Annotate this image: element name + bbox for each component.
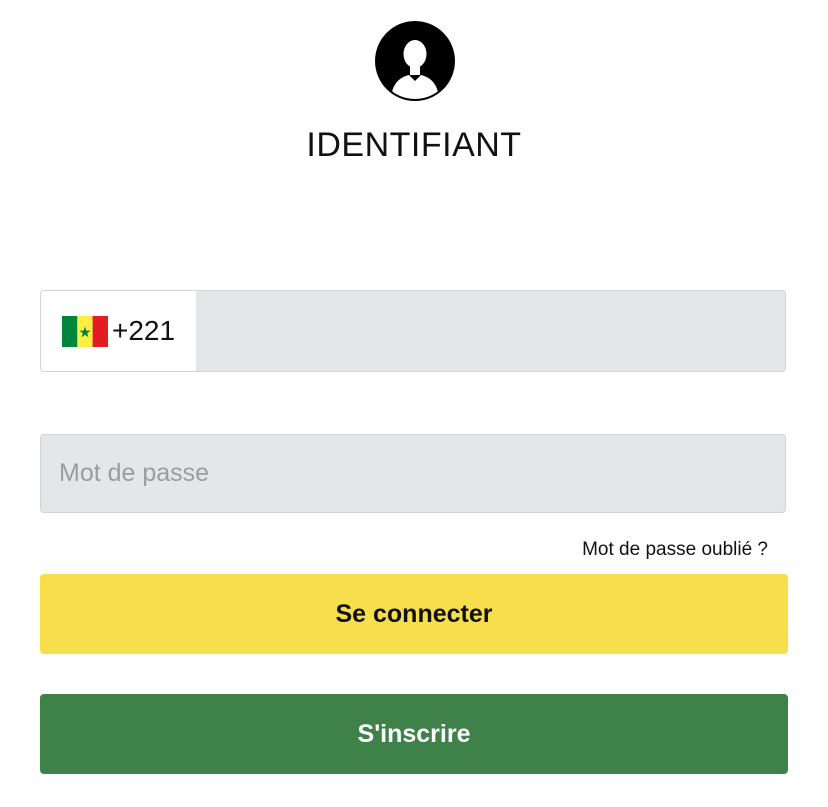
phone-field: +221 xyxy=(40,290,786,372)
signup-button[interactable]: S'inscrire xyxy=(40,694,788,774)
phone-number-input[interactable] xyxy=(196,291,785,371)
login-button[interactable]: Se connecter xyxy=(40,574,788,654)
user-avatar-icon xyxy=(375,21,455,101)
senegal-flag-icon xyxy=(62,315,108,347)
forgot-password-link[interactable]: Mot de passe oublié ? xyxy=(582,539,768,561)
password-input[interactable] xyxy=(40,434,786,513)
dial-code: +221 xyxy=(112,315,176,346)
country-code-selector[interactable]: +221 xyxy=(41,291,196,371)
page-title: IDENTIFIANT xyxy=(306,126,522,164)
